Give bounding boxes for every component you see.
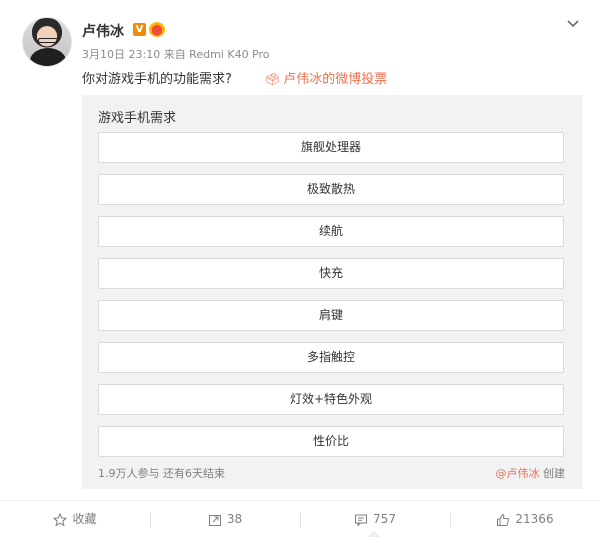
poll-option[interactable]: 旗舰处理器 (98, 132, 564, 163)
vote-link-label: 卢伟冰的微博投票 (283, 72, 388, 87)
avatar-shoulders (30, 48, 66, 66)
poll-option[interactable]: 续航 (98, 216, 564, 247)
poll-creator-link[interactable]: @卢伟冰 (496, 467, 540, 480)
poll-creator: @卢伟冰 创建 (496, 465, 566, 481)
poll-card: 游戏手机需求 旗舰处理器 极致散热 续航 快充 肩键 多指触控 灯效+特色外观 … (82, 95, 583, 489)
comment-count: 757 (373, 512, 396, 526)
vote-link[interactable]: 🗳 卢伟冰的微博投票 (265, 68, 387, 87)
star-icon (53, 512, 68, 526)
post-meta: 3月10日 23:10 来自 Redmi K40 Pro (82, 48, 270, 61)
poll-option[interactable]: 肩键 (98, 300, 564, 331)
repost-icon (208, 514, 221, 526)
poll-option[interactable]: 灯效+特色外观 (98, 384, 564, 415)
author-name[interactable]: 卢伟冰 (82, 21, 124, 41)
thumbs-up-icon (497, 513, 510, 526)
like-count: 21366 (515, 512, 554, 526)
poll-option[interactable]: 快充 (98, 258, 564, 289)
like-button[interactable]: 21366 (450, 501, 600, 537)
comment-caret-icon (369, 532, 379, 537)
action-bar: 收藏 38 757 21366 (0, 500, 600, 537)
poll-option[interactable]: 极致散热 (98, 174, 564, 205)
favorite-label: 收藏 (72, 512, 97, 526)
post-text: 你对游戏手机的功能需求? (82, 72, 232, 87)
repost-count: 38 (226, 512, 243, 526)
favorite-button[interactable]: 收藏 (0, 501, 150, 537)
poll-title: 游戏手机需求 (98, 111, 177, 126)
avatar-glasses (38, 38, 58, 43)
chevron-down-icon[interactable] (566, 17, 580, 31)
poll-stats: 1.9万人参与 还有6天结束 (98, 467, 225, 480)
poll-creator-suffix: 创建 (539, 467, 565, 480)
member-badge-icon[interactable] (149, 22, 165, 37)
poll-option[interactable]: 性价比 (98, 426, 564, 457)
weibo-post-card: 卢伟冰 V 3月10日 23:10 来自 Redmi K40 Pro 你对游戏手… (0, 0, 600, 537)
verified-icon: V (133, 23, 146, 36)
avatar[interactable] (22, 17, 72, 67)
comment-icon (355, 514, 368, 527)
repost-button[interactable]: 38 (150, 501, 300, 537)
vote-icon: 🗳 (265, 72, 281, 86)
poll-option[interactable]: 多指触控 (98, 342, 564, 373)
